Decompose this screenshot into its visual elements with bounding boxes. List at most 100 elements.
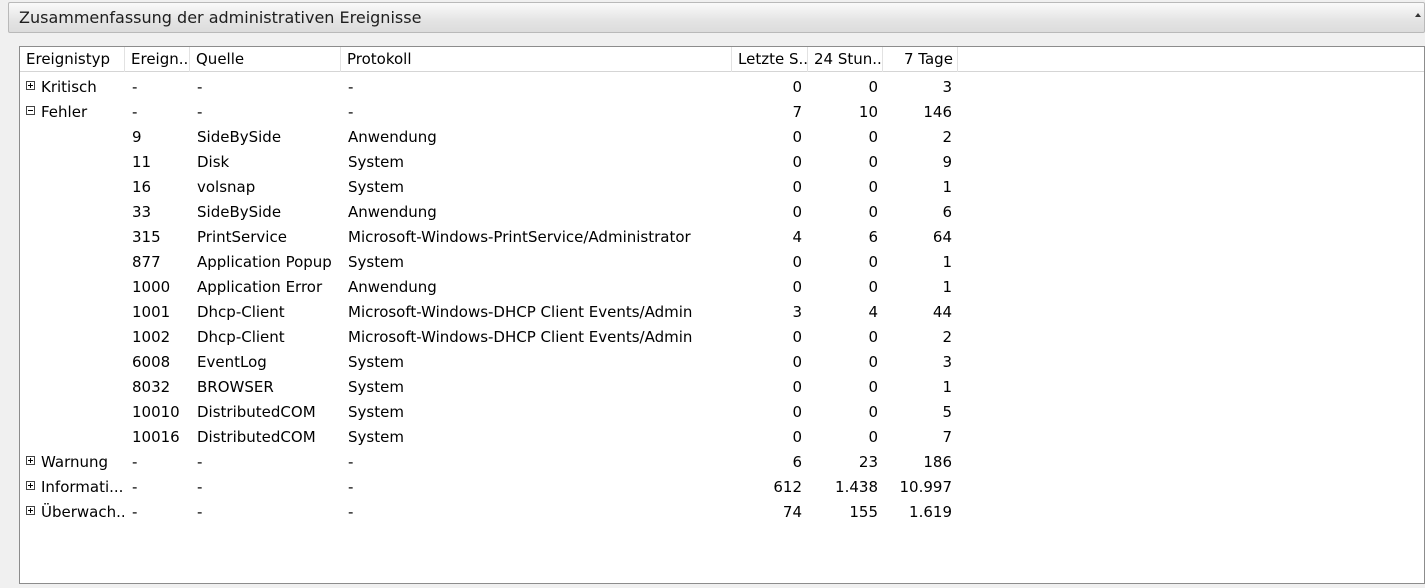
cell-last-hour: 0 [792,278,802,296]
column-header-log[interactable]: Protokoll [341,47,732,72]
table-row[interactable]: Überwach... - - - 74 155 1.619 [20,500,1424,525]
table-row[interactable]: 11 Disk System 0 0 9 [20,150,1424,175]
cell-24-hours: 1.438 [835,478,878,496]
cell-log: Anwendung [348,278,437,296]
cell-last-hour: 0 [792,253,802,271]
cell-event-id: 10016 [132,428,180,446]
table-row[interactable]: 315 PrintService Microsoft-Windows-Print… [20,225,1424,250]
expand-plus-icon[interactable] [26,81,35,90]
cell-event-type: Kritisch [26,75,124,100]
cell-24-hours: 0 [868,278,878,296]
expand-plus-icon[interactable] [26,506,35,515]
cell-log: Microsoft-Windows-DHCP Client Events/Adm… [348,328,693,346]
table-row[interactable]: 877 Application Popup System 0 0 1 [20,250,1424,275]
cell-7-days: 1 [942,278,952,296]
cell-source: volsnap [197,178,256,196]
cell-event-type [26,325,124,350]
cell-7-days: 10.997 [899,478,953,496]
cell-7-days: 9 [942,153,952,171]
cell-log: Anwendung [348,128,437,146]
panel-body: Ereignistyp Ereign... Quelle Protokoll L… [8,33,1425,588]
cell-event-id: - [132,503,138,521]
table-row[interactable]: 1002 Dhcp-Client Microsoft-Windows-DHCP … [20,325,1424,350]
column-header-source[interactable]: Quelle [190,47,341,72]
cell-7-days: 1.619 [909,503,952,521]
table-row[interactable]: Kritisch - - - 0 0 3 [20,75,1424,100]
cell-last-hour: 0 [792,403,802,421]
cell-event-type [26,275,124,300]
cell-log: System [348,178,404,196]
collapse-arrow-icon[interactable] [1415,13,1421,17]
column-header-row: Ereignistyp Ereign... Quelle Protokoll L… [20,47,1424,72]
expand-plus-icon[interactable] [26,456,35,465]
column-header-7-days[interactable]: 7 Tage [883,47,958,72]
column-header-last-hour[interactable]: Letzte S... [732,47,808,72]
cell-24-hours: 0 [868,378,878,396]
cell-last-hour: 0 [792,353,802,371]
cell-event-type: Fehler [26,100,124,125]
cell-last-hour: 7 [792,103,802,121]
table-row[interactable]: Warnung - - - 6 23 186 [20,450,1424,475]
cell-24-hours: 0 [868,253,878,271]
cell-7-days: 7 [942,428,952,446]
cell-log: - [348,103,354,121]
cell-source: Application Error [197,278,323,296]
cell-7-days: 186 [923,453,952,471]
cell-event-id: - [132,103,138,121]
cell-event-id: 11 [132,153,152,171]
cell-24-hours: 0 [868,203,878,221]
cell-24-hours: 0 [868,78,878,96]
panel-header[interactable]: Zusammenfassung der administrativen Erei… [8,2,1425,33]
cell-log: System [348,428,404,446]
cell-24-hours: 0 [868,128,878,146]
cell-7-days: 1 [942,378,952,396]
cell-source: PrintService [197,228,287,246]
cell-log: - [348,78,354,96]
cell-source: - [197,503,203,521]
table-row[interactable]: 10016 DistributedCOM System 0 0 7 [20,425,1424,450]
cell-log: Microsoft-Windows-DHCP Client Events/Adm… [348,303,693,321]
cell-24-hours: 23 [858,453,878,471]
table-row[interactable]: 9 SideBySide Anwendung 0 0 2 [20,125,1424,150]
table-row[interactable]: 33 SideBySide Anwendung 0 0 6 [20,200,1424,225]
cell-7-days: 44 [932,303,952,321]
expand-plus-icon[interactable] [26,481,35,490]
table-body: Kritisch - - - 0 0 3 Fehler - - - 7 10 1… [20,75,1424,525]
cell-source: SideBySide [197,203,282,221]
cell-24-hours: 0 [868,328,878,346]
cell-source: Dhcp-Client [197,303,285,321]
cell-24-hours: 0 [868,428,878,446]
table-row[interactable]: 10010 DistributedCOM System 0 0 5 [20,400,1424,425]
cell-event-type [26,200,124,225]
column-header-type[interactable]: Ereignistyp [20,47,125,72]
table-row[interactable]: 16 volsnap System 0 0 1 [20,175,1424,200]
cell-event-id: 1000 [132,278,171,296]
cell-log: - [348,478,354,496]
cell-event-type [26,350,124,375]
column-header-24-hours[interactable]: 24 Stun... [808,47,883,72]
cell-24-hours: 10 [858,103,878,121]
cell-source: - [197,103,203,121]
table-row[interactable]: 1001 Dhcp-Client Microsoft-Windows-DHCP … [20,300,1424,325]
cell-24-hours: 155 [849,503,878,521]
cell-source: Application Popup [197,253,332,271]
cell-7-days: 3 [942,353,952,371]
table-row[interactable]: 6008 EventLog System 0 0 3 [20,350,1424,375]
collapse-minus-icon[interactable] [26,106,35,115]
cell-event-id: 10010 [132,403,180,421]
table-row[interactable]: 1000 Application Error Anwendung 0 0 1 [20,275,1424,300]
cell-event-type [26,425,124,450]
table-row[interactable]: Fehler - - - 7 10 146 [20,100,1424,125]
cell-source: - [197,78,203,96]
event-type-label: Warnung [41,453,109,471]
cell-24-hours: 4 [868,303,878,321]
cell-last-hour: 0 [792,78,802,96]
table-row[interactable]: Informati... - - - 612 1.438 10.997 [20,475,1424,500]
cell-event-id: - [132,453,138,471]
cell-source: DistributedCOM [197,428,316,446]
table-row[interactable]: 8032 BROWSER System 0 0 1 [20,375,1424,400]
cell-last-hour: 0 [792,128,802,146]
column-header-event-id[interactable]: Ereign... [125,47,190,72]
cell-event-id: 8032 [132,378,171,396]
cell-event-id: 16 [132,178,152,196]
